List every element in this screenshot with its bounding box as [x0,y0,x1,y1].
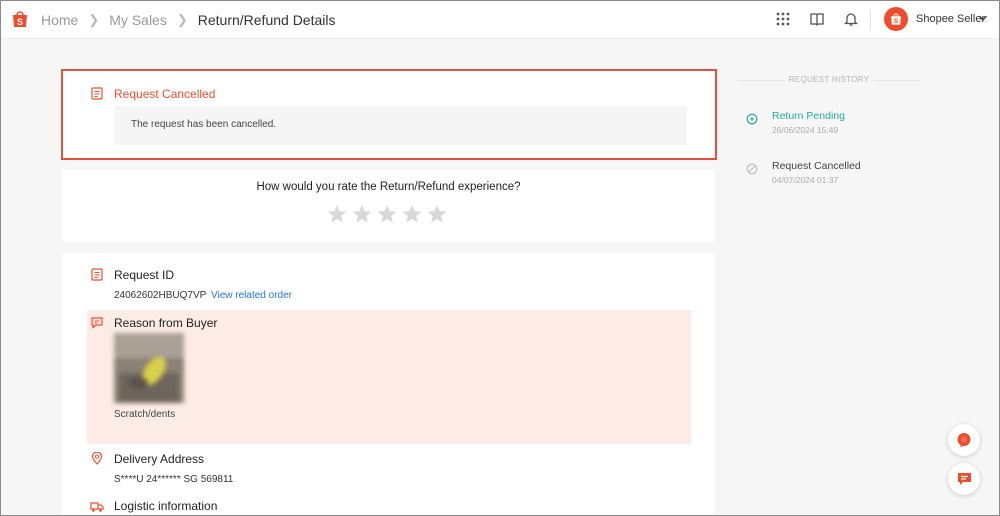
request-details-card: Request ID 24062602HBUQ7VP View related … [62,253,715,516]
assistant-bubble-icon [957,433,971,448]
request-id-value: 24062602HBUQ7VP [114,290,207,301]
shopee-logo-icon[interactable]: S [10,9,30,29]
rating-question: How would you rate the Return/Refund exp… [256,181,521,193]
evidence-photo-icon [114,333,184,403]
star-icon[interactable] [377,204,397,224]
shop-bag-icon: S [891,13,901,25]
breadcrumb: Home ❯ My Sales ❯ Return/Refund Details [41,0,336,39]
delivery-address-value: S****U 24****** SG 569811 [114,474,234,485]
seller-name[interactable]: Shopee Seller [916,13,985,25]
status-message: The request has been cancelled. [131,119,277,130]
star-rating [327,204,447,224]
star-icon[interactable] [327,204,347,224]
page-title: Return/Refund Details [197,11,336,28]
star-icon[interactable] [402,204,422,224]
history-event-time: 04/07/2024 01:37 [772,175,839,185]
chat-icon [957,473,971,485]
return-pending-icon [746,113,758,125]
top-bar: S Home ❯ My Sales ❯ Return/Refund Detail… [0,0,1000,39]
reason-label: Reason from Buyer [114,316,218,330]
header-divider [870,10,871,30]
svg-text:S: S [17,17,23,27]
logistic-info-label: Logistic information [114,499,218,513]
reason-value: Scratch/dents [114,409,176,420]
history-event-status: Return Pending [772,110,845,122]
document-icon [91,87,103,100]
star-icon[interactable] [427,204,447,224]
document-icon [91,268,103,281]
status-message-box: The request has been cancelled. [114,106,687,145]
breadcrumb-separator-icon: ❯ [88,11,100,27]
assistant-button[interactable] [948,424,980,456]
avatar[interactable]: S [884,7,908,31]
request-status-card: Request Cancelled The request has been c… [61,69,717,160]
buyer-evidence-image[interactable] [114,333,184,403]
rating-card: How would you rate the Return/Refund exp… [62,170,715,242]
request-history-heading: REQUEST HISTORY [738,75,920,87]
request-history-title: REQUEST HISTORY [788,75,870,84]
chevron-down-icon[interactable] [978,13,988,23]
cancelled-icon [746,163,758,175]
breadcrumb-my-sales[interactable]: My Sales [109,12,167,28]
svg-text:S: S [894,18,898,25]
view-related-order-link[interactable]: View related order [211,290,292,301]
request-id-label: Request ID [114,268,175,282]
chat-button[interactable] [948,463,980,495]
breadcrumb-separator-icon: ❯ [176,11,188,27]
history-event-time: 26/06/2024 15:49 [772,125,839,135]
truck-icon [90,502,104,512]
apps-grid-icon[interactable] [775,11,791,27]
status-title: Request Cancelled [114,87,216,101]
bell-icon[interactable] [843,11,859,27]
breadcrumb-home[interactable]: Home [41,12,78,28]
delivery-address-label: Delivery Address [114,452,205,466]
location-pin-icon [91,452,103,465]
star-icon[interactable] [352,204,372,224]
chat-bubble-icon [91,317,103,329]
history-event-status: Request Cancelled [772,160,861,172]
book-icon[interactable] [809,11,825,27]
